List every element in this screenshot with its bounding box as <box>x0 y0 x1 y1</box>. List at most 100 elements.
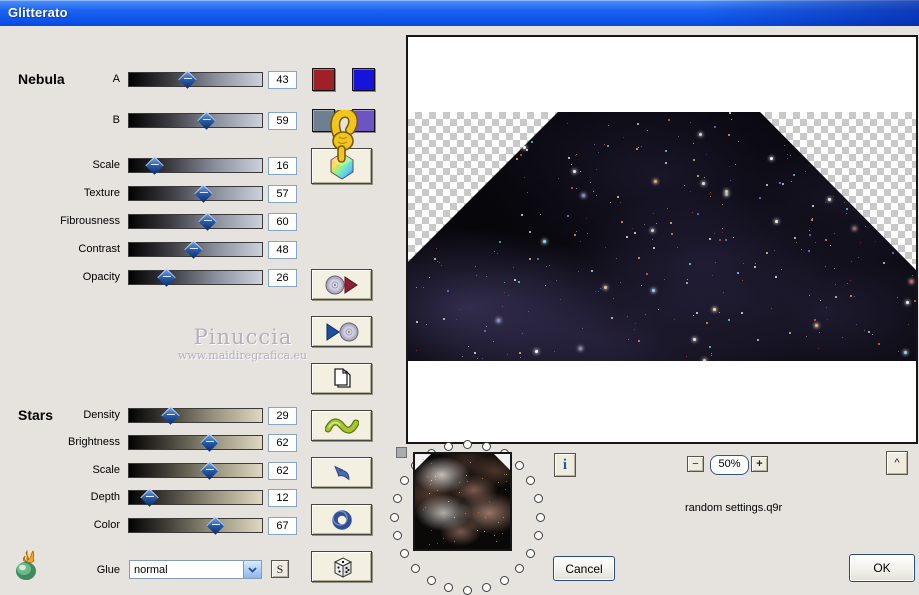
slider-value-scale[interactable] <box>268 462 297 480</box>
preset-ring-dot[interactable] <box>514 564 524 574</box>
random-dice-button[interactable] <box>311 551 372 582</box>
slider-thumb[interactable] <box>145 156 164 175</box>
ok-button[interactable]: OK <box>849 554 915 582</box>
slider-value-density[interactable] <box>268 407 297 425</box>
slider-track-fibrousness[interactable] <box>128 212 263 231</box>
nebula-color-a-1[interactable] <box>312 68 335 91</box>
preset-ring-dot[interactable] <box>392 493 402 503</box>
thumb-slash <box>162 275 171 277</box>
preset-ring-dot[interactable] <box>399 476 409 485</box>
wave-button[interactable] <box>311 410 372 441</box>
preset-ring-dot[interactable] <box>426 575 436 585</box>
slider-value-b[interactable] <box>268 112 297 130</box>
slider-thumb[interactable] <box>140 488 159 507</box>
slider-thumb[interactable] <box>197 111 216 130</box>
slider-label-texture: Texture <box>83 187 120 199</box>
preset-ring-dot[interactable] <box>514 460 524 470</box>
preset-ring-dot[interactable] <box>444 583 454 592</box>
slider-value-a[interactable] <box>268 71 297 89</box>
slider-track-b[interactable] <box>128 111 263 130</box>
glue-selected-value: normal <box>134 563 168 576</box>
preset-ring-dot[interactable] <box>533 531 543 541</box>
slider-value-texture[interactable] <box>268 185 297 203</box>
preset-ring-dot[interactable] <box>411 564 421 574</box>
slider-track-density[interactable] <box>128 406 263 425</box>
slider-track-opacity[interactable] <box>128 268 263 287</box>
plus-icon: + <box>756 458 763 470</box>
preset-ring-dot[interactable] <box>481 583 491 592</box>
slider-thumb[interactable] <box>161 406 180 425</box>
slider-label-opacity: Opacity <box>82 271 120 283</box>
preset-ring-dot[interactable] <box>499 575 509 585</box>
preset-ring-dot[interactable] <box>392 531 402 541</box>
slider-track-scale[interactable] <box>128 156 263 175</box>
preset-ring-dot[interactable] <box>481 442 491 451</box>
thumb-slash <box>202 118 211 120</box>
ring-handle-square[interactable] <box>396 447 407 458</box>
disc-red-play-icon <box>324 274 360 296</box>
slider-thumb[interactable] <box>194 184 213 203</box>
preset-ring-dot[interactable] <box>526 476 536 485</box>
slider-track-scale[interactable] <box>128 461 263 480</box>
slider-label-fibrousness: Fibrousness <box>60 215 120 227</box>
preset-ring-dot[interactable] <box>533 493 543 503</box>
pointing-hand-cursor <box>329 107 359 171</box>
save-preset-button[interactable] <box>311 269 372 300</box>
preset-ring-dot[interactable] <box>390 512 399 522</box>
slider-thumb[interactable] <box>198 212 217 231</box>
slider-track-texture[interactable] <box>128 184 263 203</box>
slider-label-b: B <box>112 114 120 126</box>
slider-thumb[interactable] <box>184 240 203 259</box>
slider-track-brightness[interactable] <box>128 433 263 452</box>
undo-button[interactable] <box>311 457 372 488</box>
glue-shortcut-label: S <box>276 561 284 576</box>
slider-thumb[interactable] <box>200 461 219 480</box>
preview-pane[interactable] <box>406 35 918 444</box>
info-icon: i <box>562 456 568 473</box>
chevron-down-icon[interactable] <box>243 561 261 578</box>
ring-button[interactable] <box>311 504 372 535</box>
ring-icon <box>331 509 353 531</box>
nebula-color-a-2[interactable] <box>352 68 375 91</box>
slider-thumb[interactable] <box>206 516 225 535</box>
load-preset-button[interactable] <box>311 316 372 347</box>
green-wave-icon <box>324 417 359 435</box>
slider-value-brightness[interactable] <box>268 434 297 452</box>
info-button[interactable]: i <box>554 453 576 477</box>
preset-ring-dot[interactable] <box>526 549 536 558</box>
slider-value-depth[interactable] <box>268 489 297 507</box>
slider-value-opacity[interactable] <box>268 269 297 287</box>
zoom-out-button[interactable]: − <box>687 456 704 472</box>
slider-value-contrast[interactable] <box>268 241 297 259</box>
preset-ring-dot[interactable] <box>399 549 409 558</box>
preset-ring-dot[interactable] <box>463 439 472 449</box>
slider-track-color[interactable] <box>128 516 263 535</box>
slider-track-contrast[interactable] <box>128 240 263 259</box>
copy-settings-button[interactable] <box>311 363 372 394</box>
glue-shortcut-button[interactable]: S <box>271 560 289 578</box>
thumb-slash <box>205 468 214 470</box>
title-bar[interactable]: Glitterato <box>0 0 919 26</box>
slider-label-contrast: Contrast <box>78 243 120 255</box>
slider-value-scale[interactable] <box>268 157 297 175</box>
preset-ring-dot[interactable] <box>444 442 454 451</box>
slider-value-fibrousness[interactable] <box>268 213 297 231</box>
slider-thumb[interactable] <box>178 70 197 89</box>
preset-ring-dot[interactable] <box>536 512 545 522</box>
cancel-button[interactable]: Cancel <box>553 556 615 581</box>
thumb-slash <box>205 440 214 442</box>
slider-value-color[interactable] <box>268 517 297 535</box>
titlebar-shade <box>699 0 919 26</box>
thumb-slash <box>189 247 198 249</box>
slider-track-depth[interactable] <box>128 488 263 507</box>
preset-thumbnail[interactable] <box>413 452 512 551</box>
glue-select[interactable]: normal <box>129 560 262 579</box>
collapse-button[interactable]: ^ <box>886 451 908 475</box>
slider-label-scale: Scale <box>92 159 120 171</box>
dice-icon <box>329 554 355 580</box>
zoom-in-button[interactable]: + <box>751 456 768 472</box>
thumbnail-corner-cut <box>494 454 510 470</box>
slider-thumb[interactable] <box>157 268 176 287</box>
slider-thumb[interactable] <box>200 433 219 452</box>
slider-track-a[interactable] <box>128 70 263 89</box>
